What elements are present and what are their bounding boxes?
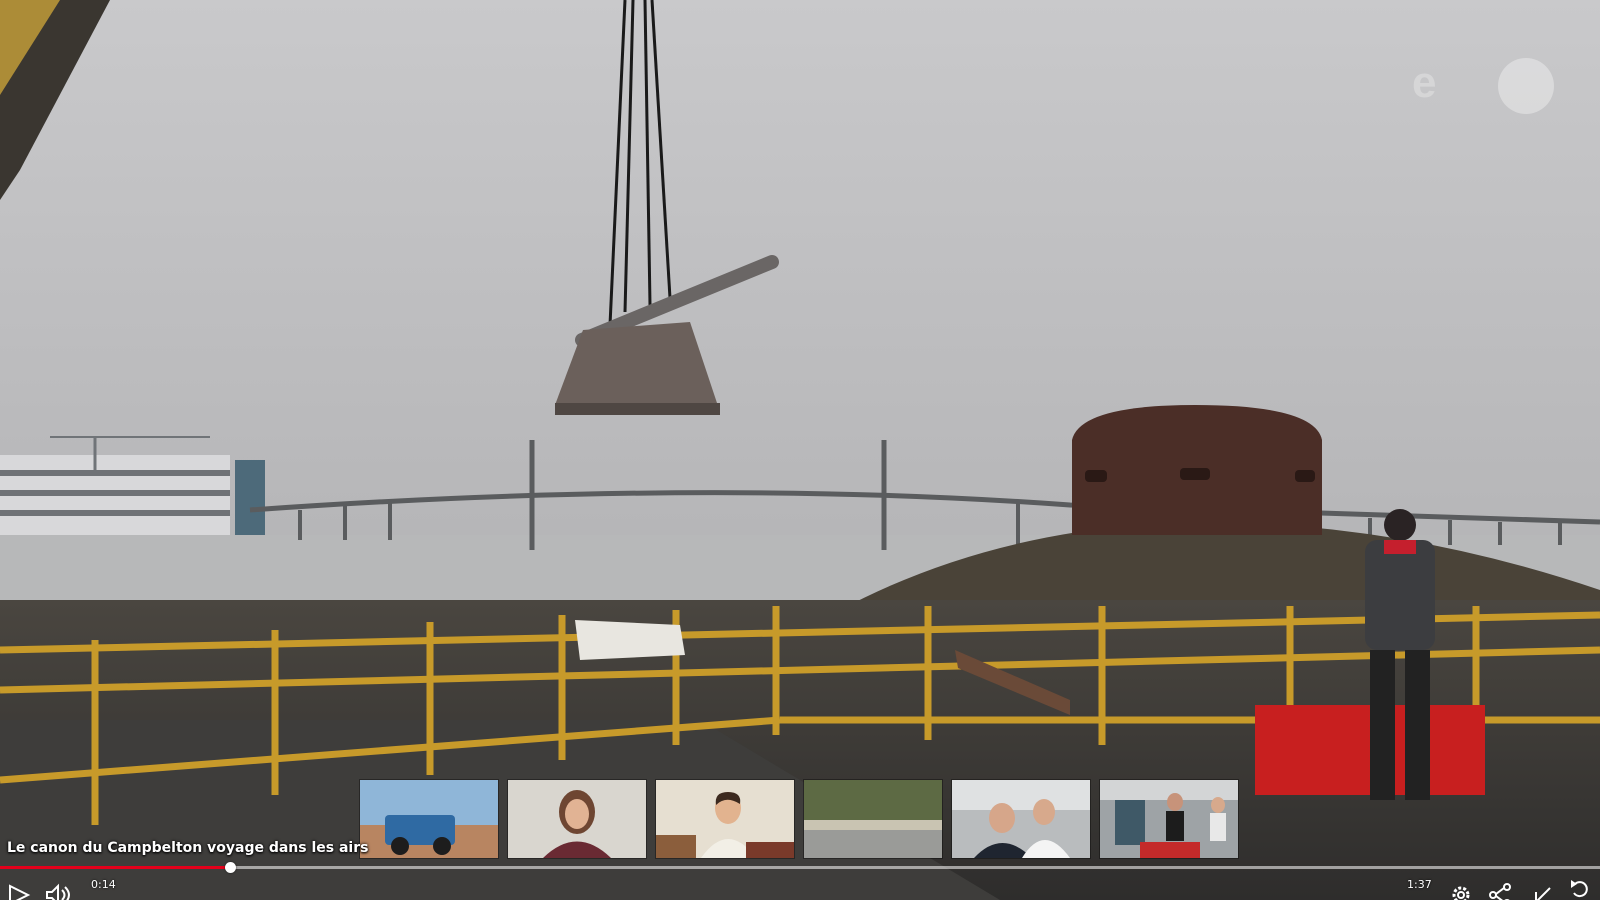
replay-icon (1571, 880, 1588, 898)
channel-logo-icon (1498, 58, 1554, 114)
play-icon (9, 884, 31, 900)
related-video-thumb-3[interactable] (656, 780, 794, 858)
share-icon (1489, 883, 1511, 900)
exit-fullscreen-button[interactable] (1530, 882, 1560, 900)
channel-watermark: e (1412, 58, 1437, 107)
volume-icon (46, 883, 70, 900)
settings-button[interactable] (1446, 882, 1476, 900)
seek-bar[interactable] (0, 862, 1600, 873)
video-title: Le canon du Campbelton voyage dans les a… (7, 840, 369, 856)
exit-fullscreen-icon (1535, 887, 1551, 900)
seek-bar-played (0, 866, 231, 869)
related-video-thumb-4[interactable] (804, 780, 942, 858)
volume-button[interactable] (44, 882, 74, 900)
duration: 1:37 (1407, 878, 1432, 891)
related-video-thumb-6[interactable] (1100, 780, 1238, 858)
video-frame[interactable] (0, 0, 1600, 900)
related-video-thumb-5[interactable] (952, 780, 1090, 858)
video-player[interactable]: e Le canon du Campbelton voyage dans les… (0, 0, 1600, 900)
gear-icon (1452, 886, 1470, 900)
related-video-thumb-2[interactable] (508, 780, 646, 858)
share-button[interactable] (1485, 882, 1515, 900)
current-time: 0:14 (91, 878, 116, 891)
replay-button[interactable] (1566, 876, 1596, 900)
related-video-thumb-1[interactable] (360, 780, 498, 858)
play-button[interactable] (4, 882, 34, 900)
